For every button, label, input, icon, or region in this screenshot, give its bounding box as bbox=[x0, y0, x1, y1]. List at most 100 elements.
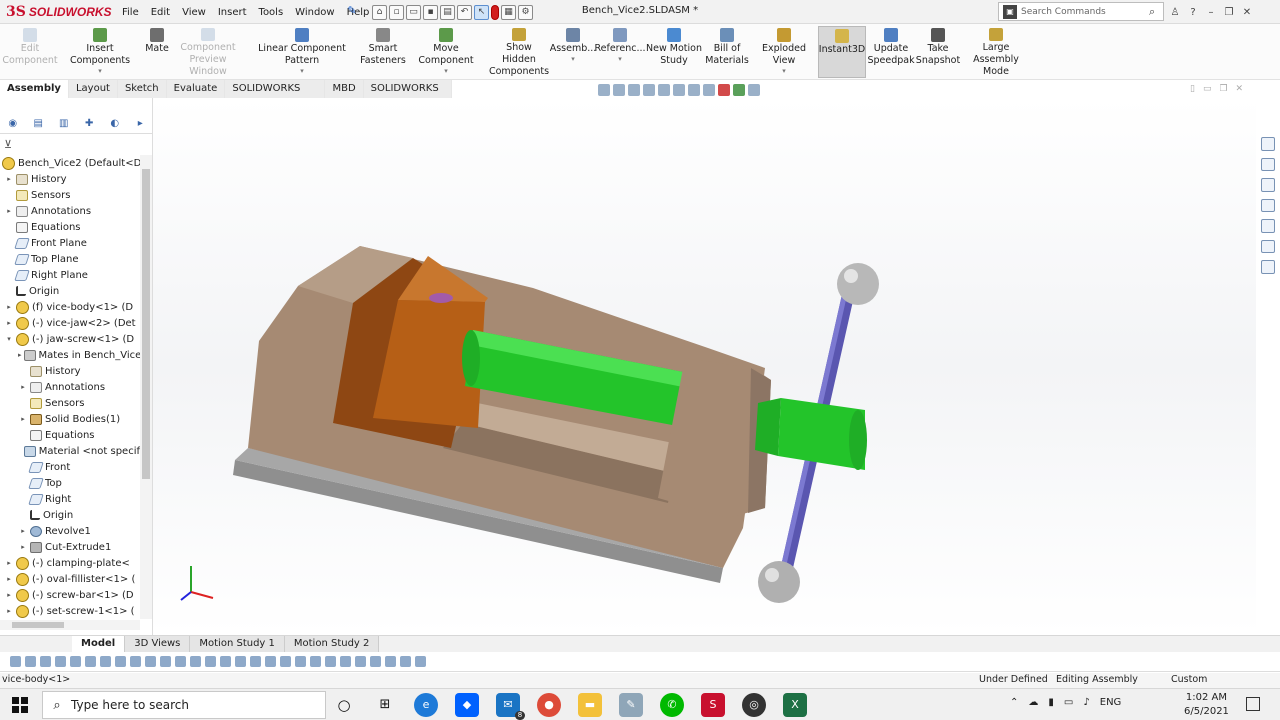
menu-tools[interactable]: Tools bbox=[253, 7, 290, 18]
bill-of-materials-button[interactable]: Bill of Materials bbox=[704, 26, 750, 78]
tree-node[interactable]: Sensors bbox=[0, 187, 140, 203]
tree-node[interactable]: Front Plane bbox=[0, 235, 140, 251]
tree-expand-icon[interactable]: ▸ bbox=[18, 543, 28, 551]
tree-node[interactable]: ▸ Mates in Bench_Vice bbox=[0, 347, 140, 363]
search-icon[interactable]: ⌕ bbox=[1149, 5, 1163, 19]
windows-start-icon[interactable] bbox=[12, 697, 28, 713]
assembly-features-button[interactable]: Assemb... ▾ bbox=[550, 26, 596, 78]
forum-icon[interactable] bbox=[1261, 260, 1275, 275]
tree-node[interactable]: Equations bbox=[0, 219, 140, 235]
battery-icon[interactable]: ▮ bbox=[1048, 697, 1054, 708]
menu-window[interactable]: Window bbox=[289, 7, 340, 18]
component-preview-window-button[interactable]: Component Preview Window bbox=[172, 26, 244, 78]
obs-icon[interactable]: ◎ bbox=[742, 693, 766, 717]
filter-components-icon[interactable] bbox=[295, 656, 306, 667]
taskbar-search-input[interactable]: Type here to search bbox=[71, 698, 189, 712]
tab-scroll-arrows[interactable] bbox=[0, 636, 72, 653]
filter-toggle-icon[interactable] bbox=[10, 656, 21, 667]
section-view-icon[interactable] bbox=[643, 84, 655, 96]
screw-neck[interactable] bbox=[755, 398, 781, 456]
custom-properties-icon[interactable] bbox=[1261, 239, 1275, 254]
minimize-icon[interactable]: – bbox=[1204, 7, 1218, 18]
pin-menu-icon[interactable]: ✎ bbox=[345, 4, 359, 20]
save-icon[interactable]: ▪ bbox=[423, 4, 438, 20]
tray-chevron-icon[interactable]: ⌃ bbox=[1010, 697, 1018, 708]
tree-node[interactable]: Sensors bbox=[0, 395, 140, 411]
tree-node[interactable]: History bbox=[0, 363, 140, 379]
filter-faces-icon[interactable] bbox=[85, 656, 96, 667]
design-library-icon[interactable] bbox=[1261, 157, 1275, 172]
filter-mates-icon[interactable] bbox=[310, 656, 321, 667]
smart-fasteners-button[interactable]: Smart Fasteners bbox=[360, 26, 406, 78]
configuration-manager-tab-icon[interactable]: ▥ bbox=[55, 118, 73, 132]
filter-surface-icon[interactable] bbox=[100, 656, 111, 667]
viewport-tile-icon[interactable]: ▯ bbox=[1190, 84, 1195, 94]
filter-axes-icon[interactable] bbox=[130, 656, 141, 667]
filter-connection-icon[interactable] bbox=[385, 656, 396, 667]
tree-node[interactable]: ▸ (-) oval-fillister<1> ( bbox=[0, 571, 140, 587]
solidworks-logo[interactable]: 3S SOLIDWORKS bbox=[6, 3, 112, 21]
display-manager-tab-icon[interactable]: ◐ bbox=[106, 118, 124, 132]
tab-addins[interactable]: SOLIDWORKS Add-Ins bbox=[225, 80, 326, 112]
tab-motion-study-1[interactable]: Motion Study 1 bbox=[190, 636, 285, 652]
cortana-icon[interactable]: ○ bbox=[332, 693, 356, 717]
filter-datum-icon[interactable] bbox=[235, 656, 246, 667]
dropdown-arrow-icon[interactable]: ▾ bbox=[300, 67, 304, 75]
dropdown-arrow-icon[interactable]: ▾ bbox=[618, 55, 622, 63]
pen-app-icon[interactable]: ✎ bbox=[619, 693, 643, 717]
tree-expand-icon[interactable]: ▸ bbox=[18, 351, 22, 359]
filter-routing-icon[interactable] bbox=[325, 656, 336, 667]
filter-notes-icon[interactable] bbox=[205, 656, 216, 667]
tab-evaluate[interactable]: Evaluate bbox=[166, 80, 226, 98]
update-speedpak-button[interactable]: Update Speedpak bbox=[867, 26, 915, 78]
tab-layout[interactable]: Layout bbox=[68, 80, 118, 98]
status-units[interactable]: Custom bbox=[1171, 674, 1207, 685]
filter-icon[interactable]: ⊻ bbox=[4, 138, 12, 151]
tree-expand-icon[interactable]: ▸ bbox=[4, 319, 14, 327]
options-gear-icon[interactable]: ⚙ bbox=[518, 4, 533, 20]
viewport-minimize-icon[interactable]: ▭ bbox=[1203, 84, 1212, 94]
filter-blocks-icon[interactable] bbox=[280, 656, 291, 667]
filter-icon[interactable] bbox=[25, 656, 36, 667]
viewport-restore-icon[interactable]: ❐ bbox=[1219, 84, 1227, 94]
tree-expand-icon[interactable]: ▸ bbox=[4, 607, 14, 615]
linear-component-pattern-button[interactable]: Linear Component Pattern ▾ bbox=[246, 26, 358, 78]
tree-node[interactable]: ▸ Solid Bodies(1) bbox=[0, 411, 140, 427]
jaw-screw-end[interactable] bbox=[462, 330, 480, 386]
apply-scene-icon[interactable] bbox=[733, 84, 745, 96]
tree-node[interactable]: ▾ (-) jaw-screw<1> (D bbox=[0, 331, 140, 347]
line-app-icon[interactable]: ✆ bbox=[660, 693, 684, 717]
screw-boss-face[interactable] bbox=[849, 410, 867, 470]
take-snapshot-button[interactable]: Take Snapshot bbox=[916, 26, 960, 78]
open-icon[interactable]: ▭ bbox=[406, 4, 421, 20]
tab-model[interactable]: Model bbox=[72, 636, 126, 652]
new-document-icon[interactable]: ▫ bbox=[389, 4, 404, 20]
tree-vertical-scrollbar[interactable] bbox=[140, 155, 152, 619]
tab-3d-views[interactable]: 3D Views bbox=[125, 636, 191, 652]
filter-solid-icon[interactable] bbox=[115, 656, 126, 667]
tree-node[interactable]: Origin bbox=[0, 283, 140, 299]
solidworks-taskbar-icon[interactable]: S bbox=[701, 693, 725, 717]
filter-meshes-icon[interactable] bbox=[400, 656, 411, 667]
search-input[interactable]: Search Commands bbox=[1021, 7, 1149, 17]
instant3d-button[interactable]: Instant3D bbox=[818, 26, 866, 78]
tree-node[interactable]: Front bbox=[0, 459, 140, 475]
dropdown-arrow-icon[interactable]: ▾ bbox=[571, 55, 575, 63]
view-palette-icon[interactable] bbox=[1261, 198, 1275, 213]
tree-horizontal-scrollbar[interactable] bbox=[0, 620, 140, 630]
excel-icon[interactable]: X bbox=[783, 693, 807, 717]
zoom-to-fit-icon[interactable] bbox=[598, 84, 610, 96]
tree-node[interactable]: Bench_Vice2 (Default<Di bbox=[0, 155, 140, 171]
print-icon[interactable]: ▤ bbox=[440, 4, 455, 20]
edge-icon[interactable]: e bbox=[414, 693, 438, 717]
volume-icon[interactable]: ♪ bbox=[1083, 697, 1089, 708]
feature-manager-tab-icon[interactable]: ◉ bbox=[4, 118, 22, 132]
insert-components-button[interactable]: Insert Components ▾ bbox=[58, 26, 142, 78]
dropdown-arrow-icon[interactable]: ▾ bbox=[98, 67, 102, 75]
tree-node[interactable]: ▸ Revolve1 bbox=[0, 523, 140, 539]
move-component-button[interactable]: Move Component ▾ bbox=[407, 26, 485, 78]
tree-expand-icon[interactable]: ▾ bbox=[4, 335, 14, 343]
scrollbar-thumb[interactable] bbox=[12, 622, 64, 628]
home-icon[interactable]: ⌂ bbox=[372, 4, 387, 20]
undo-icon[interactable]: ↶ bbox=[457, 4, 472, 20]
